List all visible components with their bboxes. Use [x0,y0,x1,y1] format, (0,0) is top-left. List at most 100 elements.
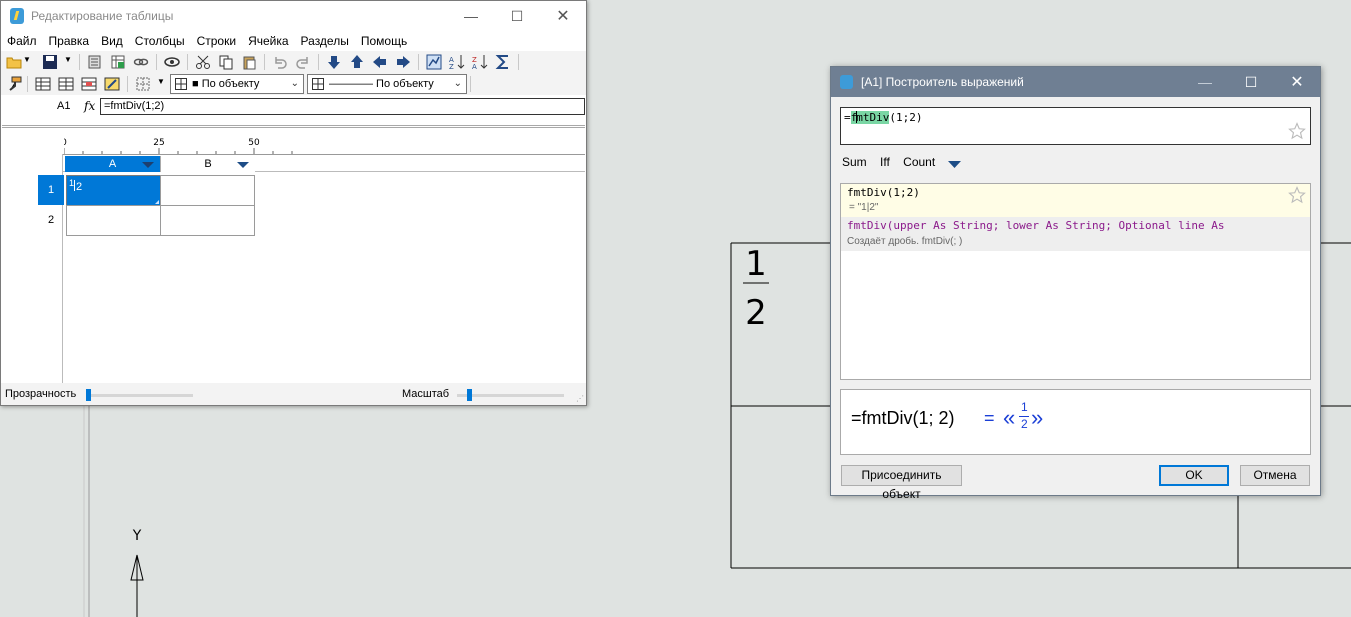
cell-a1[interactable]: 1 2 [66,175,161,206]
undo-icon[interactable] [272,54,288,70]
menu-file[interactable]: Файл [1,31,43,51]
column-dropdown-icon[interactable] [237,161,249,169]
column-header-b[interactable]: B [160,156,255,172]
favorite-star-icon[interactable] [1288,122,1306,140]
border-style-icon[interactable] [135,76,151,92]
menu-rows[interactable]: Строки [191,31,242,51]
format-painter-icon[interactable] [6,76,22,92]
ruler-tick-label: 25 [153,138,164,148]
svg-text:Z: Z [449,63,454,70]
close-icon[interactable]: ✕ [540,1,586,31]
paste-icon[interactable] [241,54,257,70]
row-header-2[interactable]: 2 [38,205,64,235]
resize-handle-icon[interactable] [155,200,159,204]
line-combo[interactable]: ———— По объекту ⌄ [307,74,467,94]
status-bar: Прозрачность Масштаб ⋰ [1,383,586,405]
window-title: Редактирование таблицы [31,9,174,23]
scale-slider[interactable] [457,394,564,397]
suggestion-call: fmtDiv(1;2) [847,186,920,199]
quick-func-count[interactable]: Count [903,155,935,169]
open-dropdown-icon[interactable]: ▼ [23,55,31,64]
suggestion-list[interactable]: fmtDiv(1;2) = "1|2" fmtDiv(upper As Stri… [840,183,1311,380]
column-dropdown-icon[interactable] [142,161,154,169]
move-down-icon[interactable] [326,54,342,70]
sum-icon[interactable] [495,54,511,70]
svg-text:A: A [472,63,477,70]
fraction-divider [74,180,75,191]
suggestion-item[interactable]: fmtDiv(1;2) = "1|2" [841,184,1310,217]
preview-numerator: 1 [1021,400,1028,414]
quick-func-iff[interactable]: Iff [880,155,890,169]
menu-bar: Файл Правка Вид Столбцы Строки Ячейка Разделы П… [1,31,586,51]
preview-equals: = [984,408,995,428]
maximize-icon[interactable]: ☐ [1228,67,1274,97]
menu-help[interactable]: Помощь [355,31,413,51]
chart-icon[interactable] [426,54,442,70]
copy-icon[interactable] [218,54,234,70]
fx-icon[interactable]: fx [84,99,95,113]
preview-expression: =fmtDiv(1; 2) [851,408,955,428]
table-borders-icon[interactable] [35,76,51,92]
menu-sections[interactable]: Разделы [295,31,355,51]
scale-label: Масштаб [402,388,450,400]
table-merge-icon[interactable] [81,76,97,92]
move-left-icon[interactable] [372,54,388,70]
more-functions-icon[interactable] [948,160,961,168]
column-a-label: A [108,158,117,170]
table-grid-area[interactable]: 0 25 50 A B 1 2 1 2 [2,125,585,385]
dialog-titlebar[interactable]: [A1] Построитель выражений — ☐ ✕ [831,67,1320,97]
minimize-icon[interactable]: — [1182,67,1228,97]
table-editor-titlebar[interactable]: Редактирование таблицы — ☐ ✕ [1,1,586,31]
formula-input[interactable]: =fmtDiv(1;2) [100,98,585,115]
save-icon[interactable] [42,54,58,70]
suggestion-result: = "1|2" [849,202,879,213]
minimize-icon[interactable]: — [448,1,494,31]
cell-b2[interactable] [160,205,255,236]
copy-props-icon[interactable] [87,54,103,70]
column-b-label: B [204,158,212,170]
sort-descending-icon[interactable]: ZA [472,54,488,70]
cell-a2[interactable] [66,205,161,236]
formula-bar: A1 fx =fmtDiv(1;2) [1,97,586,117]
fill-combo[interactable]: ■ По объекту ⌄ [170,74,304,94]
move-up-icon[interactable] [349,54,365,70]
sort-ascending-icon[interactable]: AZ [449,54,465,70]
preview-eye-icon[interactable] [164,54,180,70]
open-folder-icon[interactable] [6,54,22,70]
ok-button[interactable]: OK [1159,465,1229,486]
redo-icon[interactable] [295,54,311,70]
size-grip-icon[interactable]: ⋰ [576,394,584,403]
ruler-tick-label: 0 [64,138,67,148]
cancel-button[interactable]: Отмена [1240,465,1310,486]
close-icon[interactable]: ✕ [1274,67,1320,97]
expr-func-name: mtDiv [856,111,890,124]
menu-edit[interactable]: Правка [43,31,96,51]
row-header-1[interactable]: 1 [38,175,64,205]
menu-columns[interactable]: Столбцы [129,31,191,51]
dialog-title: [A1] Построитель выражений [861,75,1024,89]
quick-func-sum[interactable]: Sum [842,155,867,169]
column-header-a[interactable]: A [65,156,160,172]
favorite-star-icon[interactable] [1288,186,1306,204]
cell-b1[interactable] [160,175,255,206]
transparency-slider-thumb[interactable] [86,389,91,401]
attach-object-button[interactable]: Присоединить объект [841,465,962,501]
expression-input[interactable]: =fmtDiv(1;2) [840,107,1311,145]
maximize-icon[interactable]: ☐ [494,1,540,31]
save-dropdown-icon[interactable]: ▼ [64,55,72,64]
border-dropdown-icon[interactable]: ▼ [157,77,165,86]
scale-slider-thumb[interactable] [467,389,472,401]
cell-edit-icon[interactable] [104,76,120,92]
link-icon[interactable] [133,54,149,70]
transparency-slider[interactable] [86,394,193,397]
table-grid-icon[interactable] [58,76,74,92]
menu-cell[interactable]: Ячейка [242,31,294,51]
expression-builder-dialog: [A1] Построитель выражений — ☐ ✕ =fmtDiv… [830,66,1321,501]
move-right-icon[interactable] [395,54,411,70]
chevron-down-icon: ⌄ [290,78,299,89]
menu-view[interactable]: Вид [95,31,129,51]
insert-table-icon[interactable] [110,54,126,70]
suggestion-item[interactable]: fmtDiv(upper As String; lower As String;… [841,217,1310,251]
cut-icon[interactable] [195,54,211,70]
expr-args: (1;2) [889,111,923,124]
